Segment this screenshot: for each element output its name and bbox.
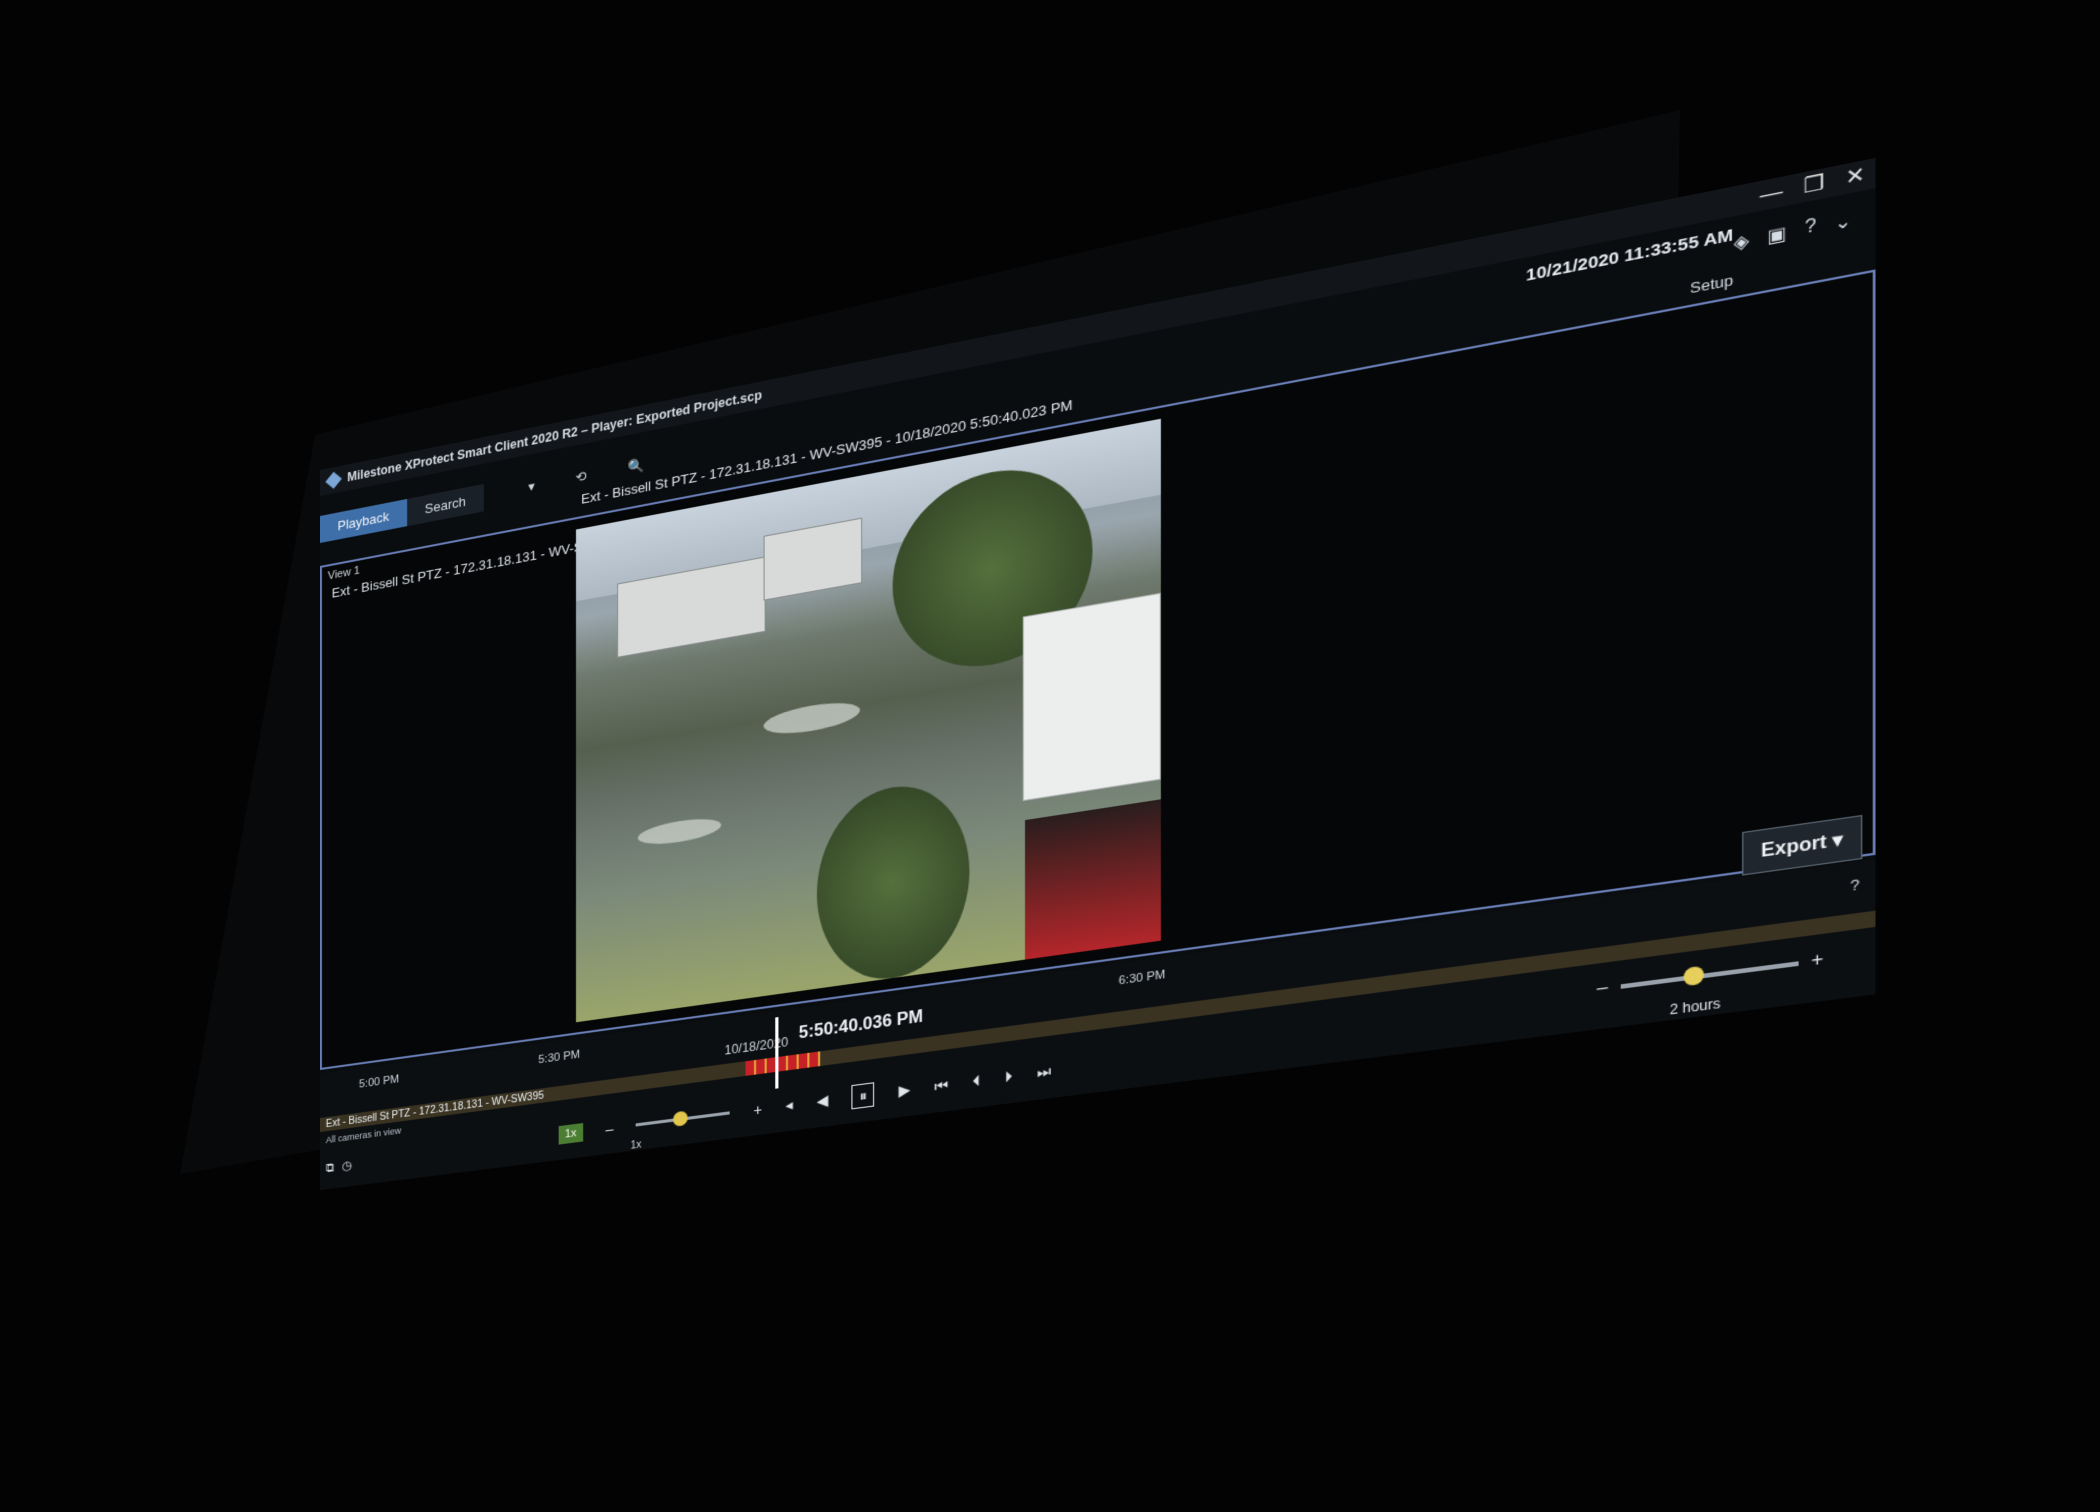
speed-knob[interactable] [674, 1110, 689, 1126]
help-icon[interactable]: ? [1805, 216, 1817, 241]
view-label: View 1 [328, 564, 360, 582]
time-tick: 5:30 PM [538, 1048, 580, 1066]
camera-icon[interactable]: ⧉ [326, 1160, 334, 1176]
window-controls: — ❐ ✕ [1760, 162, 1865, 207]
camera-video[interactable] [576, 419, 1161, 1023]
video-bush [817, 775, 969, 988]
camera-title: Ext - Bissell St PTZ - 172.31.18.131 - W… [332, 532, 618, 601]
timeline-left-icons: ⧉ ◷ [326, 1158, 352, 1176]
current-time: 5:50:40.036 PM [799, 1008, 923, 1044]
setup-button[interactable]: Setup [1690, 271, 1733, 296]
tab-playback[interactable]: Playback [320, 499, 407, 543]
speed-slider[interactable] [636, 1111, 730, 1126]
playback-controls: 1x – + ◂ ◀ ⏸ ▶ ⏮ ⏴ ⏵ ⏭ [559, 1059, 1052, 1146]
video-puddle [638, 815, 722, 849]
zoom-minus[interactable]: – [1597, 978, 1608, 1000]
video-puddle [764, 697, 860, 738]
time-tick: 6:30 PM [1119, 968, 1166, 987]
pause-button[interactable]: ⏸ [852, 1082, 875, 1109]
first-frame-icon[interactable]: ⏮ [934, 1076, 948, 1096]
speed-button[interactable]: 1x [559, 1123, 583, 1145]
video-truck [1023, 593, 1161, 801]
eye-icon[interactable]: ◈ [1734, 229, 1750, 255]
minimize-icon[interactable]: — [1760, 179, 1783, 208]
zoom-label: 2 hours [1670, 995, 1721, 1017]
dropdown-arrow-icon[interactable]: ▾ [528, 478, 535, 496]
track-label: Ext - Bissell St PTZ - 172.31.18.131 - W… [326, 1090, 544, 1130]
video-red-truck [1025, 799, 1161, 959]
tab-bar: Playback Search [320, 484, 484, 543]
reverse-icon[interactable]: ◀ [817, 1091, 829, 1110]
zoom-icon[interactable]: 🔍 [628, 457, 645, 477]
chevron-down-icon[interactable]: ⌄ [1834, 209, 1851, 236]
restore-icon[interactable]: ❐ [1804, 170, 1825, 198]
milestone-logo-icon [325, 472, 342, 489]
step-back-icon[interactable]: ◂ [785, 1096, 793, 1115]
monitor-icon[interactable]: ▣ [1767, 222, 1786, 249]
swap-icon[interactable]: ⟲ [576, 468, 587, 487]
playhead[interactable] [775, 1017, 778, 1089]
zoom-slider[interactable] [1620, 961, 1798, 989]
clock-icon[interactable]: ◷ [342, 1158, 352, 1174]
next-frame-icon[interactable]: ⏵ [1005, 1067, 1013, 1086]
previous-frame-icon[interactable]: ⏴ [973, 1072, 981, 1091]
last-frame-icon[interactable]: ⏭ [1037, 1062, 1051, 1082]
timeline-date: 10/18/2020 [724, 1035, 788, 1058]
help-button[interactable]: ? [1850, 876, 1859, 895]
zoom-plus[interactable]: + [1811, 950, 1823, 972]
speed-plus[interactable]: + [753, 1100, 762, 1118]
speed-minus[interactable]: – [605, 1120, 613, 1138]
toolbar-icons: ◈ ▣ ? ⌄ [1734, 209, 1852, 255]
zoom-knob[interactable] [1683, 966, 1703, 987]
play-icon[interactable]: ▶ [899, 1081, 911, 1101]
time-tick: 5:00 PM [359, 1073, 399, 1091]
close-icon[interactable]: ✕ [1845, 162, 1865, 190]
recording-marker [746, 1051, 821, 1076]
speed-label: 1x [630, 1139, 641, 1152]
tab-search[interactable]: Search [407, 484, 484, 526]
